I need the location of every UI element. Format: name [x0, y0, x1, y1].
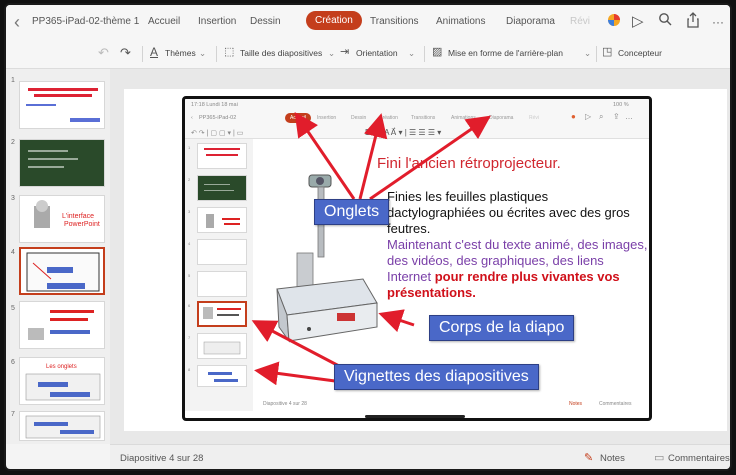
svg-text:PowerPoint: PowerPoint [64, 221, 100, 228]
designer-color-icon[interactable] [606, 12, 622, 32]
tab-revision[interactable]: Révi [570, 16, 590, 27]
tab-transitions[interactable]: Transitions [370, 16, 419, 27]
background-icon: ▨ [432, 46, 443, 58]
inner-more-icon: … [625, 112, 633, 121]
inner-share-icon: ⇪ [613, 112, 620, 121]
document-title: PP365-iPad-02-thème 1 [32, 16, 140, 27]
inner-thumbnails: 1 2 3 4 5 6 7 8 [185, 139, 253, 411]
share-icon[interactable] [686, 12, 700, 32]
more-icon[interactable]: ··· [712, 15, 724, 29]
slide-editor-area: 17:18 Lundi 18 mai 100 % ‹ PP365-iPad-02… [110, 69, 730, 444]
chevron-down-icon: ⌄ [584, 48, 592, 58]
slide-thumbnails-panel[interactable]: 1 2 3 L'interface PowerPoint 4 5 6 Les on… [6, 69, 110, 444]
inner-slide-canvas: Fini l'ancien rétroprojecteur. Finies le… [257, 147, 649, 399]
callout-onglets: Onglets [314, 199, 390, 225]
slide-number: 7 [11, 411, 15, 418]
redo-icon[interactable]: ↷ [120, 45, 131, 61]
inner-slide-counter: Diapositive 4 sur 28 [263, 401, 307, 407]
orientation-icon: ⇥ [340, 46, 350, 58]
designer-button[interactable]: Concepteur [618, 48, 662, 58]
tab-dessin[interactable]: Dessin [250, 16, 281, 27]
svg-text:L'interface: L'interface [62, 213, 94, 220]
inner-toolbar-icons: ↶ ↷ | ▢ ▢ ▾ | ▭ [191, 130, 244, 137]
slide-thumbnail-3[interactable]: L'interface PowerPoint [19, 195, 105, 243]
comments-button[interactable]: Commentaires [668, 453, 730, 464]
inner-slide-title: Fini l'ancien rétroprojecteur. [377, 155, 561, 172]
search-icon[interactable] [658, 12, 672, 30]
inner-format-icons: B I S A A⃗ ▾ | ☰ ☰ ☰ ▾ [365, 128, 442, 137]
slide-number: 6 [11, 359, 15, 366]
designer-icon: ◳ [602, 46, 613, 58]
inner-notes-label: Notes [569, 401, 583, 407]
inner-tab-accueil: Accueil [285, 113, 312, 123]
slide-thumbnail-4-selected[interactable] [19, 247, 105, 295]
notes-icon[interactable]: ✎ [584, 451, 593, 464]
overhead-projector-image [276, 174, 378, 343]
inner-tab-diaporama: Diaporama [489, 115, 514, 121]
inner-search-icon: ⌕ [599, 112, 604, 121]
slide-thumbnail-2[interactable] [19, 139, 105, 187]
chevron-down-icon: ⌄ [408, 48, 416, 58]
inner-tab-insertion: Insertion [317, 115, 337, 121]
chevron-down-icon: ⌄ [199, 48, 207, 58]
undo-icon[interactable]: ↶ [98, 45, 109, 61]
svg-text:Les onglets: Les onglets [46, 364, 77, 370]
inner-slide-body: Finies les feuilles plastiques dactylogr… [387, 189, 649, 301]
slide-number: 5 [11, 305, 15, 312]
slide-thumbnail-7[interactable] [19, 411, 105, 441]
inner-comments-label: Commentaires [599, 401, 632, 407]
slide-size-icon: ⬚ [224, 46, 235, 58]
tab-creation[interactable]: Création [306, 11, 362, 30]
inner-battery: 100 % [613, 102, 629, 108]
current-slide[interactable]: 17:18 Lundi 18 mai 100 % ‹ PP365-iPad-02… [124, 89, 727, 431]
callout-vignettes: Vignettes des diapositives [334, 364, 539, 390]
inner-designer-icon: ● [571, 112, 576, 121]
app-window: ‹ PP365-iPad-02-thème 1 Accueil Insertio… [4, 3, 732, 471]
inner-tab-animations: Animations [451, 115, 476, 121]
slide-number: 2 [11, 139, 15, 146]
slide-text-black: Finies les feuilles plastiques dactylogr… [387, 189, 630, 236]
inner-tab-dessin: Dessin [351, 115, 367, 121]
orientation-button[interactable]: Orientation [356, 48, 398, 58]
inner-ribbon: 17:18 Lundi 18 mai 100 % ‹ PP365-iPad-02… [185, 99, 649, 139]
play-icon[interactable]: ▷ [632, 12, 644, 30]
slide-thumbnail-1[interactable] [19, 81, 105, 129]
themes-button[interactable]: Thèmes [165, 48, 196, 58]
slide-number: 1 [11, 77, 15, 84]
inner-back-icon: ‹ [191, 115, 193, 121]
inner-doc-title: PP365-iPad-02 [199, 115, 237, 121]
slide-thumbnail-6[interactable]: Les onglets [19, 357, 105, 405]
slide-number: 3 [11, 195, 15, 202]
tab-accueil[interactable]: Accueil [148, 16, 180, 27]
inner-tab-creation: Création [379, 115, 398, 121]
themes-icon: A [150, 45, 159, 59]
status-bar: Diapositive 4 sur 28 ✎ Notes ▭ Commentai… [110, 444, 730, 469]
tab-animations[interactable]: Animations [436, 16, 485, 27]
inner-tab-revision: Révi [529, 115, 540, 121]
slide-counter: Diapositive 4 sur 28 [120, 453, 204, 464]
slide-number: 4 [11, 249, 15, 256]
slide-size-button[interactable]: Taille des diapositives [240, 48, 322, 58]
background-format-button[interactable]: Mise en forme de l'arrière-plan [448, 48, 563, 58]
inner-tab-transitions: Transitions [411, 115, 436, 121]
notes-button[interactable]: Notes [600, 453, 625, 464]
ribbon-command-bar: ↶ ↷ A Thèmes ⌄ ⬚ Taille des diapositives… [6, 39, 730, 69]
comment-icon[interactable]: ▭ [654, 451, 664, 464]
tab-insertion[interactable]: Insertion [198, 16, 236, 27]
inner-time: 17:18 Lundi 18 mai [191, 102, 238, 108]
slide-thumbnail-5[interactable] [19, 301, 105, 349]
callout-corps: Corps de la diapo [429, 315, 575, 341]
home-indicator [365, 415, 465, 418]
chevron-down-icon: ⌄ [328, 48, 336, 58]
ribbon-tab-bar: ‹ PP365-iPad-02-thème 1 Accueil Insertio… [6, 5, 730, 39]
tab-diaporama[interactable]: Diaporama [506, 16, 555, 27]
back-chevron-icon[interactable]: ‹ [14, 12, 20, 33]
inner-play-icon: ▷ [585, 112, 592, 121]
